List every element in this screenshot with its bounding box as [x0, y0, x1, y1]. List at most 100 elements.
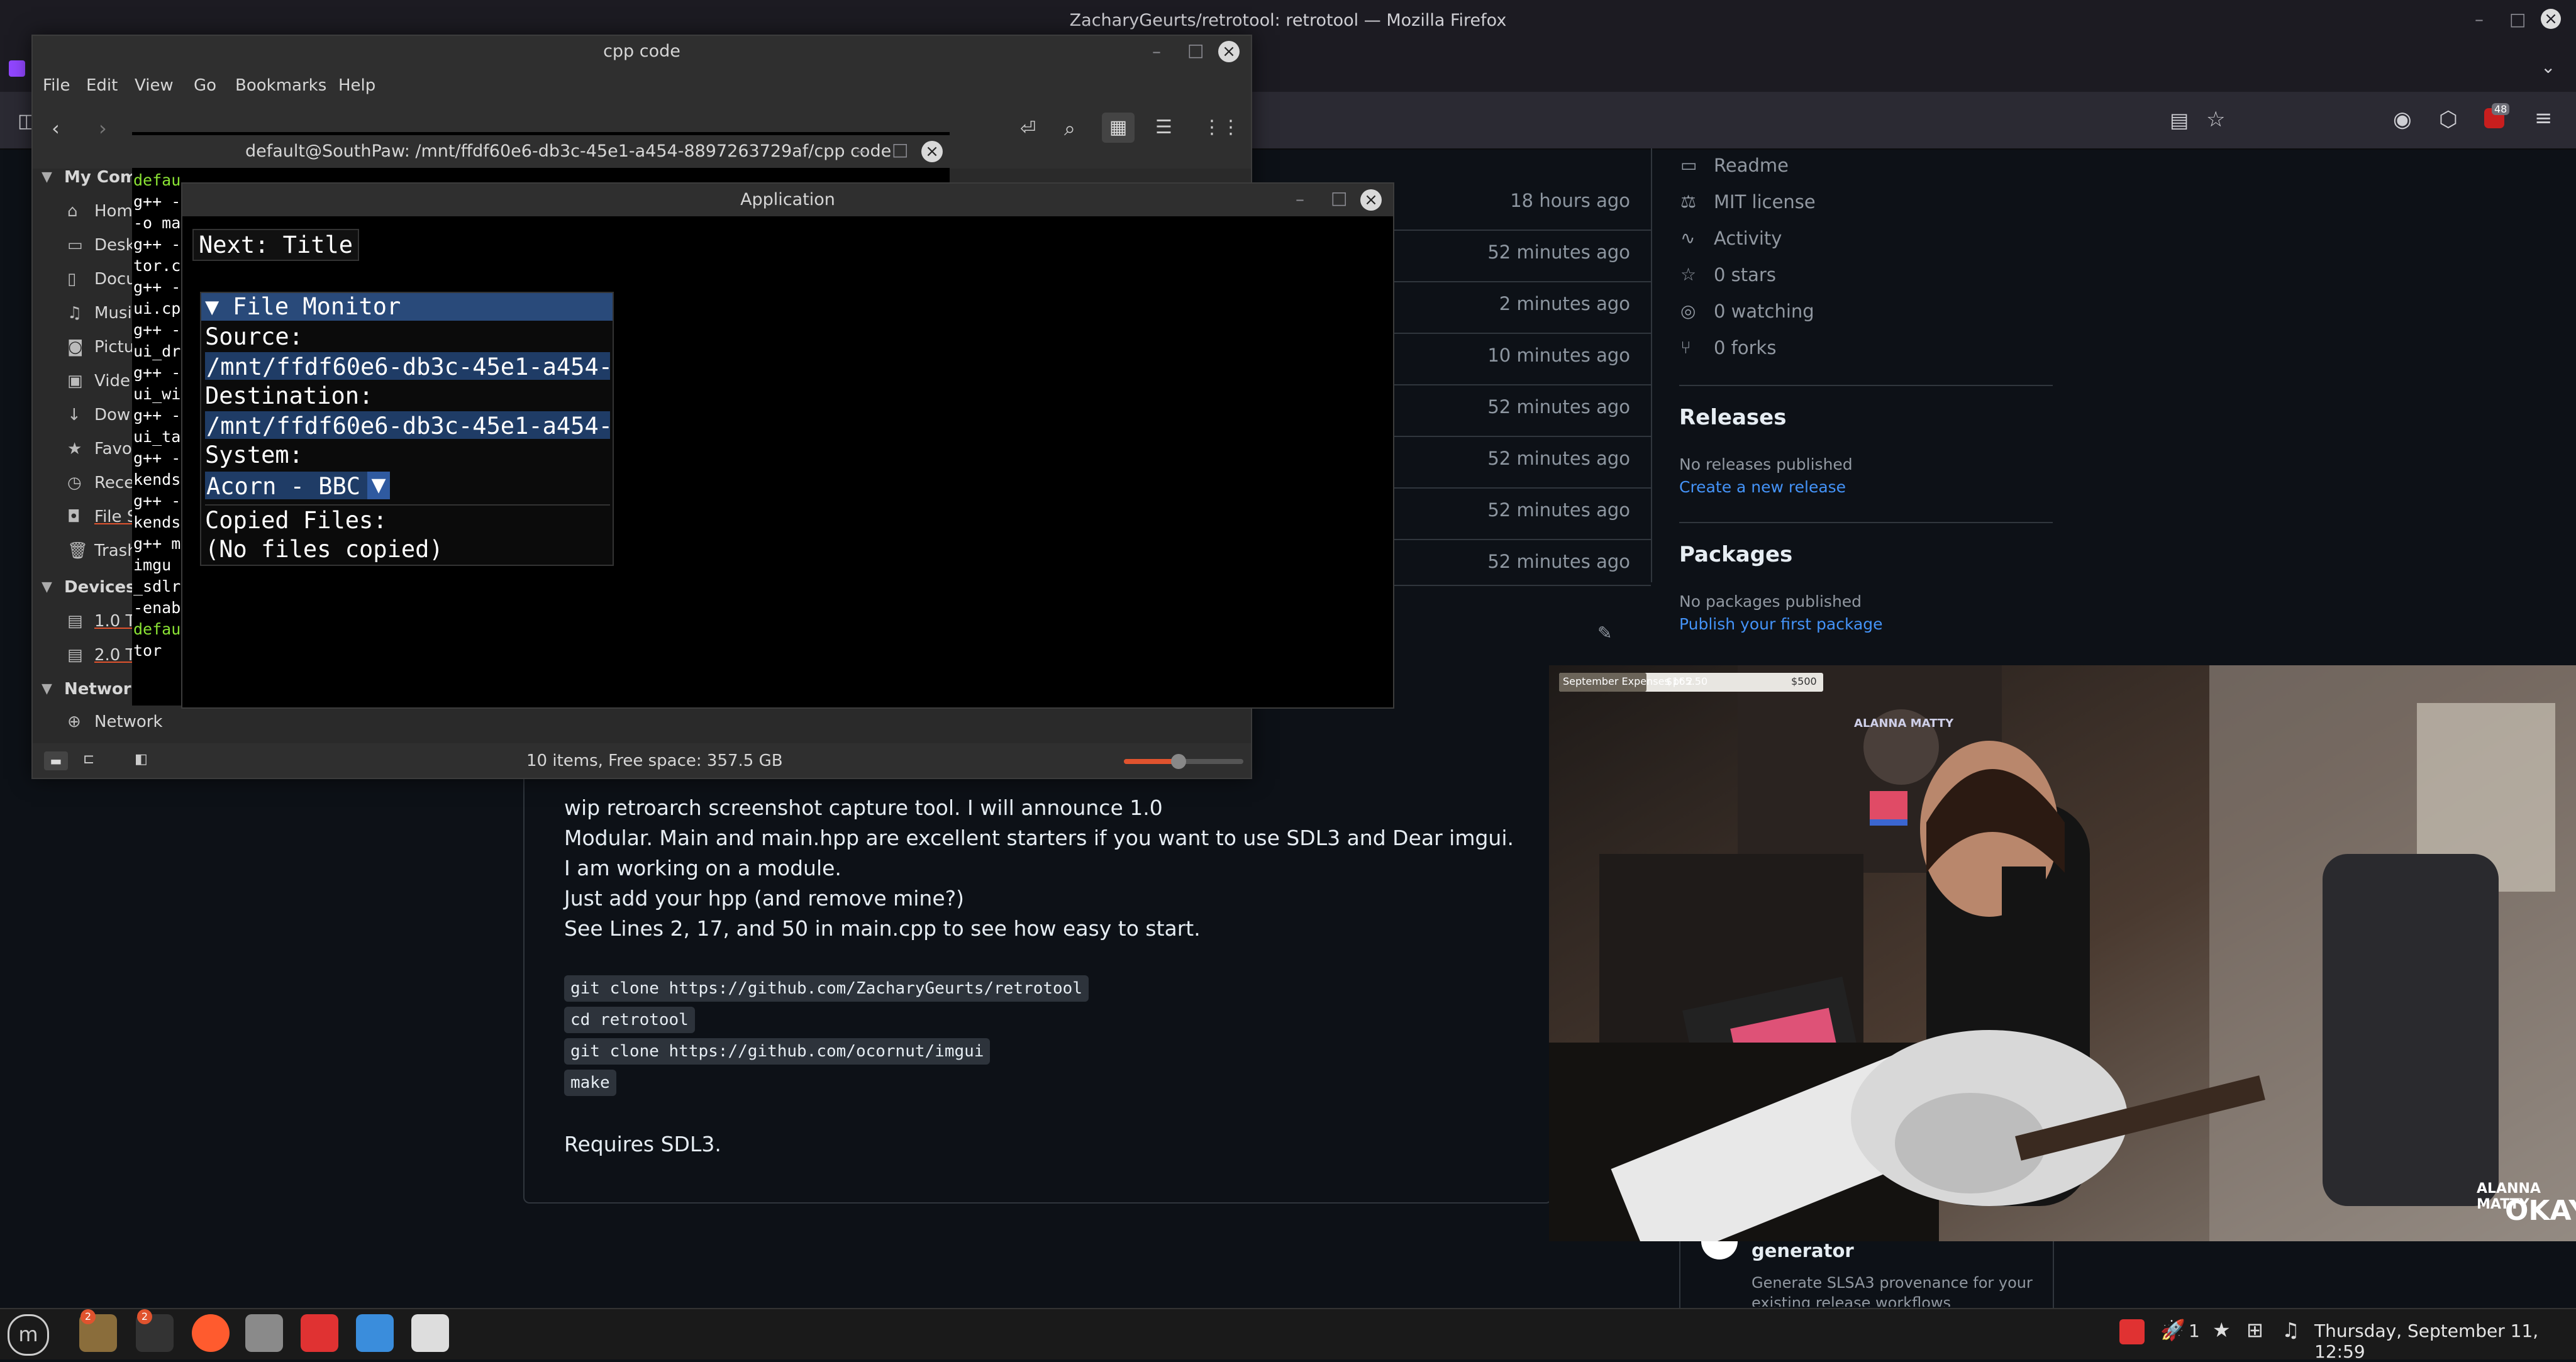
- bookmark-star-icon[interactable]: ☆: [2206, 107, 2225, 132]
- tray-app-icon[interactable]: [2119, 1319, 2145, 1344]
- menu-icon[interactable]: ≡: [2534, 106, 2553, 131]
- watching-link[interactable]: 0 watching: [1714, 301, 1814, 322]
- sidebar-item-documents[interactable]: Docu: [94, 270, 136, 289]
- minimize-icon[interactable]: –: [2475, 9, 2484, 30]
- sound-icon[interactable]: ♫: [2282, 1318, 2300, 1342]
- releases-heading[interactable]: Releases: [1679, 405, 1786, 430]
- maximize-icon[interactable]: □: [1187, 40, 1204, 60]
- sidebar-item-music[interactable]: Musi: [94, 304, 132, 323]
- list-view-icon[interactable]: ☰: [1155, 116, 1172, 138]
- close-icon[interactable]: ×: [2541, 9, 2561, 29]
- sidebar-item-favorites[interactable]: Favo: [94, 440, 132, 458]
- terminal-line: g++ -: [133, 449, 181, 467]
- star-icon[interactable]: ★: [2212, 1318, 2231, 1342]
- extensions-icon[interactable]: ⬡: [2439, 107, 2458, 132]
- expander-icon[interactable]: ▼: [42, 169, 52, 185]
- editor-taskbar-icon[interactable]: [356, 1314, 394, 1352]
- book-icon: ▭: [1680, 155, 1697, 175]
- expander-icon[interactable]: ▼: [42, 681, 52, 697]
- source-value: /mnt/ffdf60e6-db3c-45e1-a454-: [206, 353, 613, 380]
- maximize-icon[interactable]: □: [1331, 187, 1347, 208]
- menu-view[interactable]: View: [135, 76, 174, 95]
- compact-view-icon[interactable]: ⋮⋮: [1202, 116, 1240, 138]
- action-title[interactable]: generator: [1752, 1240, 1854, 1261]
- commit-time: 18 hours ago: [1510, 190, 1630, 211]
- account-icon[interactable]: ◉: [2393, 107, 2412, 132]
- menu-help[interactable]: Help: [338, 76, 375, 95]
- fork-icon: ⑂: [1680, 337, 1691, 358]
- sidebar-item-videos[interactable]: Vide: [94, 372, 130, 390]
- create-release-link[interactable]: Create a new release: [1679, 478, 1846, 496]
- search-icon[interactable]: ⌕: [1064, 116, 1075, 141]
- readme-line: Just add your hpp (and remove mine?): [564, 886, 965, 911]
- close-icon[interactable]: ×: [1218, 41, 1240, 62]
- sidebar-item-home[interactable]: Hom: [94, 202, 133, 221]
- menu-go[interactable]: Go: [194, 76, 216, 95]
- row-divider: [1374, 230, 1651, 231]
- sidebar-item-pictures[interactable]: Pictu: [94, 338, 134, 357]
- clock[interactable]: Thursday, September 11, 12:59: [2314, 1320, 2576, 1362]
- separator: [205, 504, 610, 506]
- firefox-taskbar-icon[interactable]: [192, 1314, 230, 1352]
- commit-time: 52 minutes ago: [1487, 241, 1630, 263]
- goal-target: $500: [1791, 675, 1817, 687]
- sidebar-item-trash[interactable]: Trash: [94, 541, 138, 560]
- sidebar-item-device[interactable]: 1.0 T: [94, 612, 136, 631]
- readme-line: I am working on a module.: [564, 856, 841, 880]
- minimize-icon[interactable]: –: [1152, 41, 1161, 62]
- sidebar-toggle-icon[interactable]: ◧: [135, 751, 148, 767]
- sidebar-item-network[interactable]: Network: [94, 712, 163, 731]
- sidebar-item-desktop[interactable]: Desk: [94, 236, 135, 255]
- source-label: Source:: [205, 323, 303, 350]
- settings-taskbar-icon[interactable]: [411, 1314, 449, 1352]
- close-icon[interactable]: ×: [1360, 189, 1382, 211]
- forks-link[interactable]: 0 forks: [1714, 337, 1776, 358]
- activity-link[interactable]: Activity: [1714, 228, 1782, 249]
- stars-link[interactable]: 0 stars: [1714, 264, 1776, 285]
- sidebar-item-downloads[interactable]: Dow: [94, 406, 130, 424]
- tree-toggle-icon[interactable]: ⊏: [83, 751, 94, 767]
- copied-files-value: (No files copied): [205, 536, 443, 563]
- twitch-tab-icon[interactable]: [9, 60, 25, 77]
- notifications-icon[interactable]: 🚀: [2160, 1318, 2185, 1342]
- chevron-down-icon[interactable]: ⌄: [2541, 57, 2555, 77]
- collapse-arrow-icon[interactable]: ▼: [205, 293, 219, 320]
- maximize-icon[interactable]: □: [892, 139, 908, 160]
- retroarch-taskbar-icon[interactable]: [245, 1314, 283, 1352]
- reader-view-icon[interactable]: ▤: [2170, 108, 2189, 132]
- icon-view-icon[interactable]: ▦: [1102, 113, 1135, 143]
- maximize-icon[interactable]: □: [2509, 9, 2526, 30]
- menu-file[interactable]: File: [43, 76, 70, 95]
- terminal-line: g++ -: [133, 363, 181, 382]
- edit-pencil-icon[interactable]: ✎: [1597, 623, 1612, 643]
- back-icon[interactable]: ‹: [52, 116, 60, 140]
- menu-bookmarks[interactable]: Bookmarks: [235, 76, 326, 95]
- close-icon[interactable]: ×: [921, 141, 943, 162]
- packages-heading[interactable]: Packages: [1679, 542, 1792, 567]
- menu-edit[interactable]: Edit: [86, 76, 118, 95]
- divider: [1651, 148, 1652, 582]
- publish-package-link[interactable]: Publish your first package: [1679, 615, 1883, 633]
- expander-icon[interactable]: ▼: [42, 579, 52, 595]
- sidebar-item-device[interactable]: 2.0 T: [94, 646, 136, 665]
- readme-link[interactable]: Readme: [1714, 155, 1789, 176]
- dropdown-arrow-icon[interactable]: ▼: [367, 472, 390, 499]
- license-link[interactable]: MIT license: [1714, 191, 1816, 213]
- network-icon[interactable]: ⊞: [2246, 1318, 2263, 1342]
- forward-icon[interactable]: ›: [99, 116, 107, 140]
- sidebar-item-filesystem[interactable]: File S: [94, 507, 137, 526]
- commit-time: 52 minutes ago: [1487, 448, 1630, 469]
- app-taskbar-icon[interactable]: [301, 1314, 338, 1352]
- terminal-line: _sdlr: [133, 577, 181, 595]
- terminal-line: g++ -: [133, 321, 181, 339]
- start-menu-icon[interactable]: m: [8, 1314, 49, 1356]
- next-title-button[interactable]: Next: Title: [192, 229, 360, 261]
- system-label: System:: [205, 441, 303, 468]
- places-toggle-icon[interactable]: ▬: [44, 751, 68, 770]
- minimize-icon[interactable]: –: [1296, 189, 1304, 209]
- law-icon: ⚖: [1680, 191, 1697, 212]
- minimize-icon[interactable]: –: [857, 140, 865, 161]
- sidebar-item-recent[interactable]: Rece: [94, 473, 134, 492]
- home-icon: ⌂: [67, 202, 78, 221]
- toggle-location-icon[interactable]: ⏎: [1020, 118, 1036, 140]
